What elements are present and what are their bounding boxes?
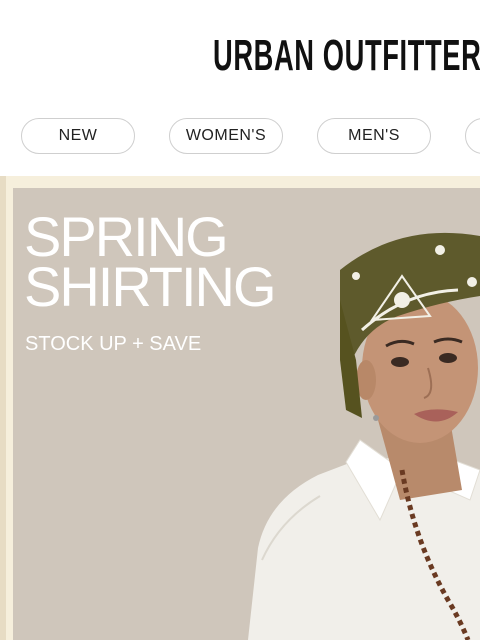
nav-item-more[interactable]: [465, 118, 480, 154]
hero-banner[interactable]: SPRING SHIRTING STOCK UP + SAVE: [0, 176, 480, 640]
hero-title-line-2: SHIRTING: [24, 255, 277, 318]
nav-item-new[interactable]: NEW: [21, 118, 135, 154]
category-nav: NEW WOMEN'S MEN'S: [0, 118, 480, 156]
nav-item-mens[interactable]: MEN'S: [317, 118, 431, 154]
hero-subtitle: STOCK UP + SAVE: [25, 333, 202, 355]
nav-item-womens[interactable]: WOMEN'S: [169, 118, 283, 154]
brand-logo[interactable]: URBAN OUTFITTERS: [213, 30, 480, 82]
hero-title: SPRING SHIRTING: [24, 209, 324, 315]
site-header: URBAN OUTFITTERS: [0, 0, 480, 112]
